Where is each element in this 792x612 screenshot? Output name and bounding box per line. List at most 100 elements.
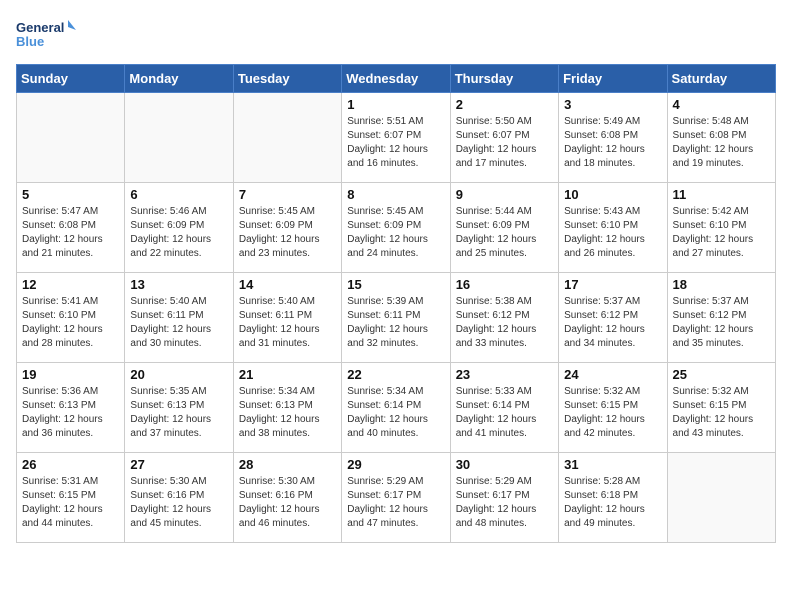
day-number: 19: [22, 367, 119, 382]
calendar-cell: 18Sunrise: 5:37 AM Sunset: 6:12 PM Dayli…: [667, 273, 775, 363]
page-header: General Blue: [16, 16, 776, 52]
day-number: 28: [239, 457, 336, 472]
svg-text:Blue: Blue: [16, 34, 44, 49]
calendar-cell: 26 Sunrise: 5:31 AM Sunset: 6:15 PM Dayli…: [17, 453, 125, 543]
calendar-cell: 22Sunrise: 5:34 AM Sunset: 6:14 PM Dayli…: [342, 363, 450, 453]
calendar-cell: [17, 93, 125, 183]
calendar-cell: 30 Sunrise: 5:29 AM Sunset: 6:17 PM Dayli…: [450, 453, 558, 543]
day-number: 8: [347, 187, 444, 202]
day-info: Sunrise: 5:29 AM Sunset: 6:17 PM Dayligh…: [456, 475, 553, 531]
calendar-cell: 13 Sunrise: 5:40 AM Sunset: 6:11 PM Dayli…: [125, 273, 233, 363]
weekday-header-saturday: Saturday: [667, 65, 775, 93]
day-number: 12: [22, 277, 119, 292]
day-number: 5: [22, 187, 119, 202]
calendar-cell: 3 Sunrise: 5:49 AM Sunset: 6:08 PM Daylig…: [559, 93, 667, 183]
day-info: Sunrise: 5:34 AM Sunset: 6:14 PM Dayligh…: [347, 385, 444, 441]
day-info: Sunrise: 5:44 AM Sunset: 6:09 PM Dayligh…: [456, 205, 553, 261]
day-number: 14: [239, 277, 336, 292]
day-number: 13: [130, 277, 227, 292]
calendar-cell: [125, 93, 233, 183]
day-info: Sunrise: 5:40 AM Sunset: 6:11 PM Dayligh…: [239, 295, 336, 351]
calendar-cell: 15 Sunrise: 5:39 AM Sunset: 6:11 PM Dayli…: [342, 273, 450, 363]
calendar-cell: 11Sunrise: 5:42 AM Sunset: 6:10 PM Dayli…: [667, 183, 775, 273]
day-number: 17: [564, 277, 661, 292]
day-number: 21: [239, 367, 336, 382]
day-info: Sunrise: 5:32 AM Sunset: 6:15 PM Dayligh…: [564, 385, 661, 441]
day-info: Sunrise: 5:45 AM Sunset: 6:09 PM Dayligh…: [347, 205, 444, 261]
day-info: Sunrise: 5:41 AM Sunset: 6:10 PM Dayligh…: [22, 295, 119, 351]
calendar-cell: 24Sunrise: 5:32 AM Sunset: 6:15 PM Dayli…: [559, 363, 667, 453]
day-info: Sunrise: 5:46 AM Sunset: 6:09 PM Dayligh…: [130, 205, 227, 261]
calendar-cell: 20Sunrise: 5:35 AM Sunset: 6:13 PM Dayli…: [125, 363, 233, 453]
weekday-header-sunday: Sunday: [17, 65, 125, 93]
day-number: 26: [22, 457, 119, 472]
weekday-header-friday: Friday: [559, 65, 667, 93]
day-info: Sunrise: 5:47 AM Sunset: 6:08 PM Dayligh…: [22, 205, 119, 261]
weekday-header-row: SundayMondayTuesdayWednesdayThursdayFrid…: [17, 65, 776, 93]
calendar-week-row: 19 Sunrise: 5:36 AM Sunset: 6:13 PM Dayli…: [17, 363, 776, 453]
day-number: 3: [564, 97, 661, 112]
day-info: Sunrise: 5:48 AM Sunset: 6:08 PM Dayligh…: [673, 115, 770, 171]
calendar-table: SundayMondayTuesdayWednesdayThursdayFrid…: [16, 64, 776, 543]
day-info: Sunrise: 5:34 AM Sunset: 6:13 PM Dayligh…: [239, 385, 336, 441]
day-info: Sunrise: 5:36 AM Sunset: 6:13 PM Dayligh…: [22, 385, 119, 441]
day-info: Sunrise: 5:29 AM Sunset: 6:17 PM Dayligh…: [347, 475, 444, 531]
day-number: 4: [673, 97, 770, 112]
calendar-week-row: 5 Sunrise: 5:47 AM Sunset: 6:08 PM Daylig…: [17, 183, 776, 273]
day-info: Sunrise: 5:40 AM Sunset: 6:11 PM Dayligh…: [130, 295, 227, 351]
calendar-cell: 2 Sunrise: 5:50 AM Sunset: 6:07 PM Daylig…: [450, 93, 558, 183]
day-info: Sunrise: 5:45 AM Sunset: 6:09 PM Dayligh…: [239, 205, 336, 261]
day-info: Sunrise: 5:33 AM Sunset: 6:14 PM Dayligh…: [456, 385, 553, 441]
day-info: Sunrise: 5:43 AM Sunset: 6:10 PM Dayligh…: [564, 205, 661, 261]
weekday-header-wednesday: Wednesday: [342, 65, 450, 93]
day-info: Sunrise: 5:49 AM Sunset: 6:08 PM Dayligh…: [564, 115, 661, 171]
day-info: Sunrise: 5:42 AM Sunset: 6:10 PM Dayligh…: [673, 205, 770, 261]
weekday-header-monday: Monday: [125, 65, 233, 93]
day-number: 1: [347, 97, 444, 112]
day-number: 23: [456, 367, 553, 382]
day-number: 30: [456, 457, 553, 472]
calendar-cell: 23 Sunrise: 5:33 AM Sunset: 6:14 PM Dayli…: [450, 363, 558, 453]
calendar-cell: 25Sunrise: 5:32 AM Sunset: 6:15 PM Dayli…: [667, 363, 775, 453]
calendar-cell: 4 Sunrise: 5:48 AM Sunset: 6:08 PM Daylig…: [667, 93, 775, 183]
logo: General Blue: [16, 16, 76, 52]
calendar-cell: 9 Sunrise: 5:44 AM Sunset: 6:09 PM Daylig…: [450, 183, 558, 273]
calendar-cell: 8 Sunrise: 5:45 AM Sunset: 6:09 PM Daylig…: [342, 183, 450, 273]
calendar-cell: 21 Sunrise: 5:34 AM Sunset: 6:13 PM Dayli…: [233, 363, 341, 453]
calendar-cell: [233, 93, 341, 183]
day-number: 16: [456, 277, 553, 292]
day-number: 27: [130, 457, 227, 472]
calendar-cell: 31 Sunrise: 5:28 AM Sunset: 6:18 PM Dayli…: [559, 453, 667, 543]
day-number: 6: [130, 187, 227, 202]
day-info: Sunrise: 5:37 AM Sunset: 6:12 PM Dayligh…: [673, 295, 770, 351]
calendar-cell: 6 Sunrise: 5:46 AM Sunset: 6:09 PM Daylig…: [125, 183, 233, 273]
weekday-header-tuesday: Tuesday: [233, 65, 341, 93]
svg-text:General: General: [16, 20, 64, 35]
calendar-cell: 19 Sunrise: 5:36 AM Sunset: 6:13 PM Dayli…: [17, 363, 125, 453]
day-number: 29: [347, 457, 444, 472]
calendar-cell: 10 Sunrise: 5:43 AM Sunset: 6:10 PM Dayli…: [559, 183, 667, 273]
day-info: Sunrise: 5:31 AM Sunset: 6:15 PM Dayligh…: [22, 475, 119, 531]
day-number: 10: [564, 187, 661, 202]
calendar-cell: 17 Sunrise: 5:37 AM Sunset: 6:12 PM Dayli…: [559, 273, 667, 363]
calendar-cell: 14 Sunrise: 5:40 AM Sunset: 6:11 PM Dayli…: [233, 273, 341, 363]
day-number: 7: [239, 187, 336, 202]
day-info: Sunrise: 5:28 AM Sunset: 6:18 PM Dayligh…: [564, 475, 661, 531]
calendar-cell: 28Sunrise: 5:30 AM Sunset: 6:16 PM Dayli…: [233, 453, 341, 543]
calendar-cell: 16Sunrise: 5:38 AM Sunset: 6:12 PM Dayli…: [450, 273, 558, 363]
day-info: Sunrise: 5:51 AM Sunset: 6:07 PM Dayligh…: [347, 115, 444, 171]
calendar-week-row: 12 Sunrise: 5:41 AM Sunset: 6:10 PM Dayli…: [17, 273, 776, 363]
day-info: Sunrise: 5:39 AM Sunset: 6:11 PM Dayligh…: [347, 295, 444, 351]
day-number: 31: [564, 457, 661, 472]
day-number: 9: [456, 187, 553, 202]
day-number: 2: [456, 97, 553, 112]
weekday-header-thursday: Thursday: [450, 65, 558, 93]
day-info: Sunrise: 5:35 AM Sunset: 6:13 PM Dayligh…: [130, 385, 227, 441]
calendar-week-row: 1 Sunrise: 5:51 AM Sunset: 6:07 PM Daylig…: [17, 93, 776, 183]
day-number: 25: [673, 367, 770, 382]
logo-svg: General Blue: [16, 16, 76, 52]
calendar-cell: 27Sunrise: 5:30 AM Sunset: 6:16 PM Dayli…: [125, 453, 233, 543]
day-info: Sunrise: 5:50 AM Sunset: 6:07 PM Dayligh…: [456, 115, 553, 171]
day-info: Sunrise: 5:37 AM Sunset: 6:12 PM Dayligh…: [564, 295, 661, 351]
day-number: 15: [347, 277, 444, 292]
